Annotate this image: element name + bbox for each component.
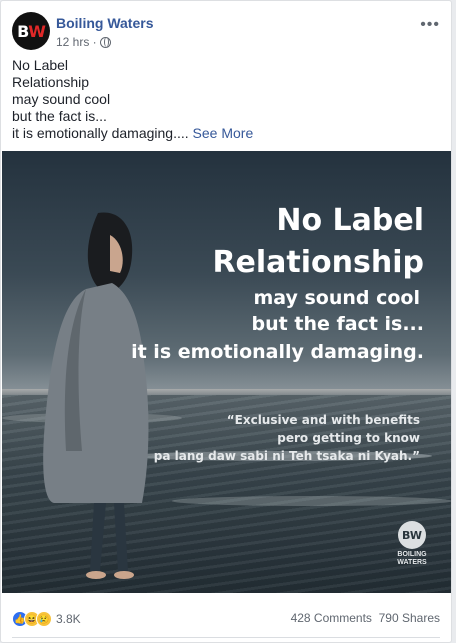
legs: [90, 503, 128, 571]
watermark-text-line: BOILING: [397, 551, 427, 558]
avatar[interactable]: BW: [12, 12, 50, 50]
watermark-text-line: WATERS: [397, 559, 427, 566]
watermark-text: BOILING WATERS: [392, 551, 432, 567]
post-image[interactable]: No Label Relationship may sound cool but…: [2, 151, 451, 593]
headline-line: may sound cool: [253, 287, 420, 309]
shares-count[interactable]: 790 Shares: [379, 611, 440, 625]
post-footer: 👍 😆 😢 3.8K 428 Comments 790 Shares: [12, 611, 440, 631]
post-text-line: Relationship: [12, 74, 90, 90]
post-text: No Label Relationship may sound cool but…: [12, 57, 442, 142]
see-more-link[interactable]: See More: [193, 125, 254, 141]
post-text-line: may sound cool: [12, 91, 111, 107]
post-meta: 12 hrs ·: [56, 35, 111, 49]
post-text-truncated: it is emotionally damaging....: [12, 125, 189, 141]
footer-divider: [12, 637, 440, 638]
coat: [43, 283, 149, 503]
quote-line: “Exclusive and with benefits: [226, 413, 420, 427]
watermark-logo: BW: [398, 521, 426, 549]
foot: [114, 571, 134, 579]
sad-icon: 😢: [36, 611, 52, 627]
comments-count[interactable]: 428 Comments: [291, 611, 372, 625]
watermark: BW BOILING WATERS: [392, 521, 432, 567]
post-header: BW Boiling Waters 12 hrs · •••: [12, 12, 440, 52]
page-name[interactable]: Boiling Waters: [56, 15, 154, 31]
avatar-letter-w: W: [28, 21, 46, 41]
post-text-line: No Label: [12, 57, 69, 73]
post-card: BW Boiling Waters 12 hrs · ••• No Label …: [0, 0, 452, 643]
reactions[interactable]: 👍 😆 😢 3.8K: [12, 611, 81, 627]
headline-line: it is emotionally damaging.: [131, 341, 424, 363]
headline-line: but the fact is...: [251, 313, 424, 335]
more-options-icon[interactable]: •••: [420, 16, 440, 34]
headline-line: Relationship: [212, 245, 424, 280]
engagement-counts: 428 Comments 790 Shares: [291, 611, 440, 625]
quote-line: pa lang daw sabi ni Teh tsaka ni Kyah.”: [153, 449, 420, 463]
globe-icon: [99, 36, 111, 48]
headline-line: No Label: [276, 203, 424, 238]
post-text-line: but the fact is...: [12, 108, 107, 124]
foot: [86, 571, 106, 579]
reaction-count[interactable]: 3.8K: [56, 612, 81, 626]
quote-line: pero getting to know: [277, 431, 420, 445]
post-text-last-line: it is emotionally damaging.... See More: [12, 125, 442, 142]
post-time[interactable]: 12 hrs ·: [56, 35, 97, 49]
avatar-letter-b: B: [17, 21, 29, 41]
